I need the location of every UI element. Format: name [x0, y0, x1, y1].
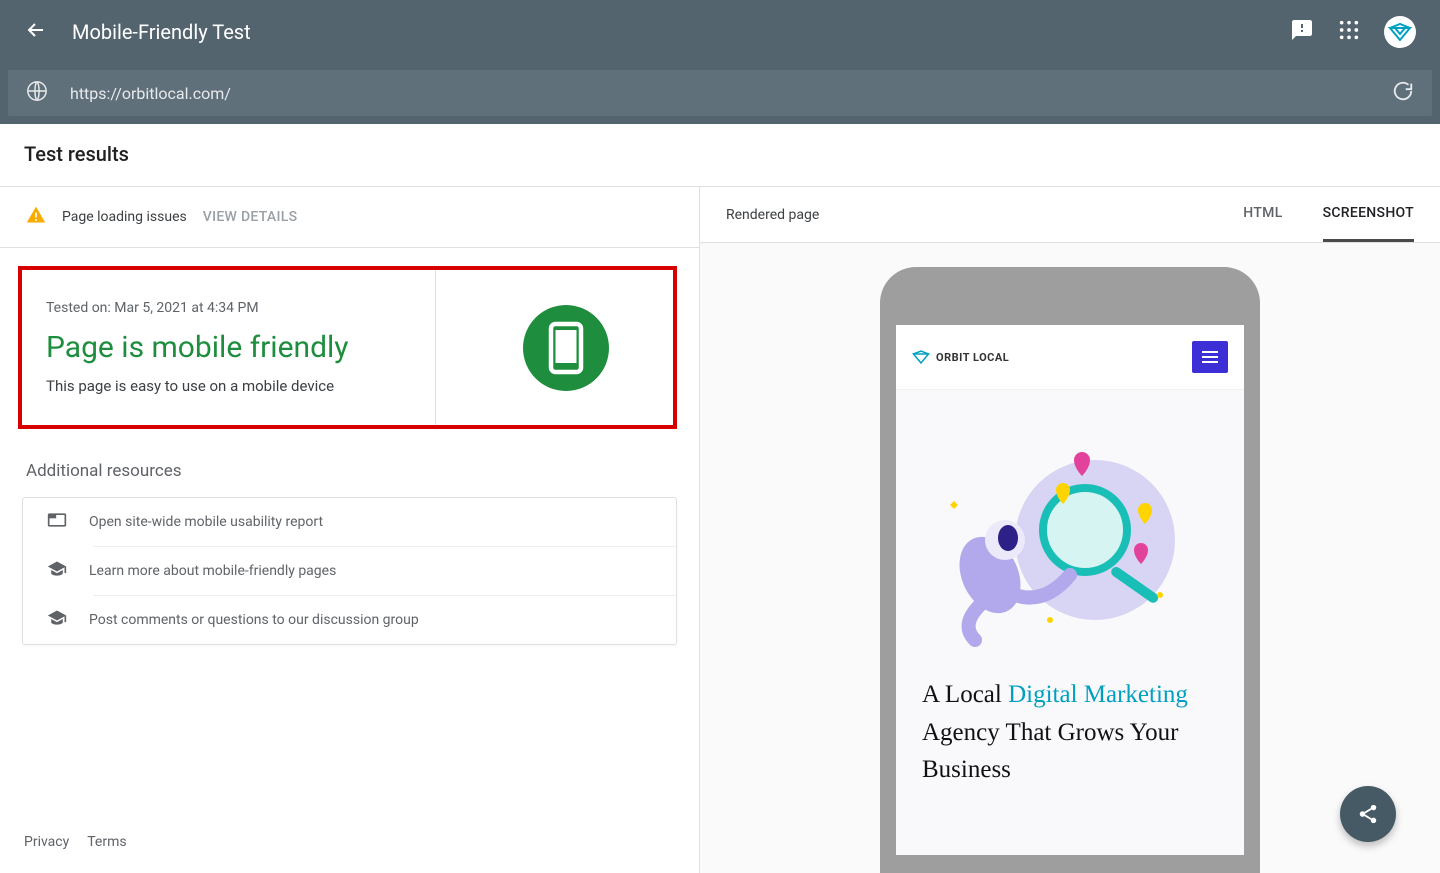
site-logo-text: ORBIT LOCAL	[936, 351, 1009, 364]
top-header-left: Mobile-Friendly Test	[24, 18, 251, 46]
verdict: Page is mobile friendly	[46, 330, 348, 365]
resource-label: Post comments or questions to our discus…	[89, 612, 419, 628]
resources-title: Additional resources	[26, 461, 677, 481]
tab-html[interactable]: HTML	[1243, 205, 1282, 242]
hero-illustration	[930, 430, 1210, 650]
page-title: Mobile-Friendly Test	[72, 20, 251, 44]
top-header: Mobile-Friendly Test	[0, 0, 1440, 64]
back-arrow-icon[interactable]	[24, 18, 48, 46]
issues-row: Page loading issues VIEW DETAILS	[0, 187, 699, 248]
resource-learn-more[interactable]: Learn more about mobile-friendly pages	[23, 547, 676, 595]
results-header: Test results	[0, 124, 1440, 187]
resources-card: Open site-wide mobile usability report L…	[22, 497, 677, 645]
right-header: Rendered page HTML SCREENSHOT	[700, 187, 1440, 243]
content-row: Page loading issues VIEW DETAILS Tested …	[0, 187, 1440, 873]
resource-forum[interactable]: Post comments or questions to our discus…	[23, 596, 676, 644]
globe-icon	[26, 80, 48, 106]
site-headline: A Local Digital Marketing Agency That Gr…	[922, 676, 1218, 789]
apps-icon[interactable]	[1338, 19, 1360, 45]
url-input[interactable]: https://orbitlocal.com/	[8, 70, 1432, 116]
resource-open-report[interactable]: Open site-wide mobile usability report	[23, 498, 676, 546]
rendered-page-label: Rendered page	[726, 207, 819, 223]
right-column: Rendered page HTML SCREENSHOT ORBIT LOCA…	[700, 187, 1440, 873]
phone-frame: ORBIT LOCAL	[880, 267, 1260, 873]
left-column: Page loading issues VIEW DETAILS Tested …	[0, 187, 700, 873]
refresh-icon[interactable]	[1392, 80, 1414, 106]
footer-links: Privacy Terms	[24, 834, 127, 850]
terms-link[interactable]: Terms	[87, 834, 126, 850]
card-divider	[435, 270, 436, 425]
issues-text: Page loading issues	[62, 209, 187, 225]
avatar[interactable]	[1384, 16, 1416, 48]
site-body: A Local Digital Marketing Agency That Gr…	[896, 390, 1244, 855]
verdict-subtitle: This page is easy to use on a mobile dev…	[46, 377, 348, 395]
resource-label: Open site-wide mobile usability report	[89, 514, 323, 530]
top-header-right	[1290, 16, 1416, 48]
resource-label: Learn more about mobile-friendly pages	[89, 563, 336, 579]
resources: Additional resources Open site-wide mobi…	[22, 457, 677, 645]
url-bar: https://orbitlocal.com/	[0, 64, 1440, 124]
headline-post: Agency That Grows Your Business	[922, 719, 1178, 784]
share-button[interactable]	[1340, 786, 1396, 842]
school-icon	[47, 608, 67, 632]
view-details-link[interactable]: VIEW DETAILS	[203, 209, 298, 225]
report-icon	[47, 510, 67, 534]
hamburger-icon[interactable]	[1192, 341, 1228, 373]
site-logo: ORBIT LOCAL	[912, 348, 1009, 366]
phone-screen: ORBIT LOCAL	[896, 325, 1244, 855]
site-header: ORBIT LOCAL	[896, 325, 1244, 390]
tabs: HTML SCREENSHOT	[1243, 205, 1414, 224]
url-text: https://orbitlocal.com/	[70, 84, 231, 103]
preview-area: ORBIT LOCAL	[700, 243, 1440, 873]
result-card: Tested on: Mar 5, 2021 at 4:34 PM Page i…	[18, 266, 677, 429]
warning-icon	[26, 205, 46, 229]
headline-accent: Digital Marketing	[1008, 681, 1188, 708]
school-icon	[47, 559, 67, 583]
tab-screenshot[interactable]: SCREENSHOT	[1323, 205, 1414, 242]
feedback-icon[interactable]	[1290, 18, 1314, 46]
result-text: Tested on: Mar 5, 2021 at 4:34 PM Page i…	[46, 300, 348, 395]
privacy-link[interactable]: Privacy	[24, 834, 69, 850]
results-title: Test results	[24, 142, 1416, 166]
headline-pre: A Local	[922, 681, 1008, 708]
mobile-badge-icon	[523, 305, 609, 391]
tested-on: Tested on: Mar 5, 2021 at 4:34 PM	[46, 300, 348, 316]
